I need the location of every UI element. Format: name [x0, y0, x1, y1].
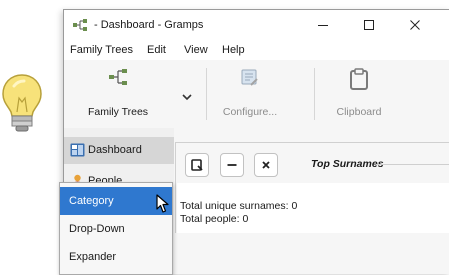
toolbar-separator — [206, 68, 207, 120]
window-title: - Dashboard - Gramps — [94, 19, 204, 31]
menu-help[interactable]: Help — [222, 44, 245, 56]
dashboard-pane: Top Surnames Total unique surnames: 0 To… — [174, 128, 449, 274]
gramps-icon — [73, 19, 87, 31]
menu-edit[interactable]: Edit — [147, 44, 166, 56]
family-trees-label: Family Trees — [87, 106, 149, 118]
title-bar: - Dashboard - Gramps — [64, 10, 449, 40]
menu-view[interactable]: View — [184, 44, 208, 56]
menu-item-expander[interactable]: Expander — [60, 243, 172, 271]
top-surnames-gramplet: Top Surnames Total unique surnames: 0 To… — [175, 142, 449, 233]
clipboard-label: Clipboard — [336, 106, 382, 118]
total-surnames-text: Total unique surnames: 0 — [180, 200, 298, 212]
clipboard-icon — [350, 68, 368, 90]
gramplet-minimize-button[interactable] — [220, 153, 244, 177]
gramplet-content: Total unique surnames: 0 Total people: 0 — [177, 183, 449, 233]
properties-icon — [191, 159, 203, 171]
dashboard-icon — [70, 143, 85, 157]
gramplet-properties-button[interactable] — [185, 153, 209, 177]
menu-item-label: Drop-Down — [69, 223, 125, 235]
family-tree-icon — [109, 69, 127, 85]
minimize-icon — [227, 164, 237, 166]
chevron-down-icon[interactable] — [180, 90, 194, 104]
configure-button[interactable]: Configure... — [212, 64, 288, 124]
configure-label: Configure... — [222, 106, 278, 118]
menu-item-label: Category — [69, 195, 114, 207]
close-icon — [410, 20, 420, 30]
menu-item-label: Expander — [69, 251, 117, 263]
gramplet-title-divider — [376, 164, 449, 165]
gramplet-close-button[interactable] — [254, 153, 278, 177]
lightbulb-icon — [2, 74, 42, 132]
clipboard-button[interactable]: Clipboard — [326, 64, 392, 124]
gramplet-title: Top Surnames — [311, 158, 384, 170]
configure-icon — [241, 69, 258, 86]
close-button[interactable] — [392, 10, 438, 40]
family-trees-button[interactable]: Family Trees — [70, 64, 166, 124]
mouse-cursor-icon — [156, 194, 169, 213]
menu-item-drop-down[interactable]: Drop-Down — [60, 215, 172, 243]
menu-bar: Family Trees Edit View Help — [64, 40, 449, 60]
toolbar: Family Trees Configure... Clipboard — [64, 60, 449, 129]
maximize-button[interactable] — [346, 10, 392, 40]
maximize-icon — [364, 20, 374, 30]
sidebar-item-label: Dashboard — [88, 144, 142, 156]
close-icon — [262, 161, 270, 169]
minimize-icon — [318, 25, 328, 26]
minimize-button[interactable] — [300, 10, 346, 40]
menu-family-trees[interactable]: Family Trees — [70, 44, 133, 56]
sidebar-item-dashboard[interactable]: Dashboard — [64, 137, 174, 164]
total-people-text: Total people: 0 — [180, 213, 249, 225]
toolbar-separator — [314, 68, 315, 120]
